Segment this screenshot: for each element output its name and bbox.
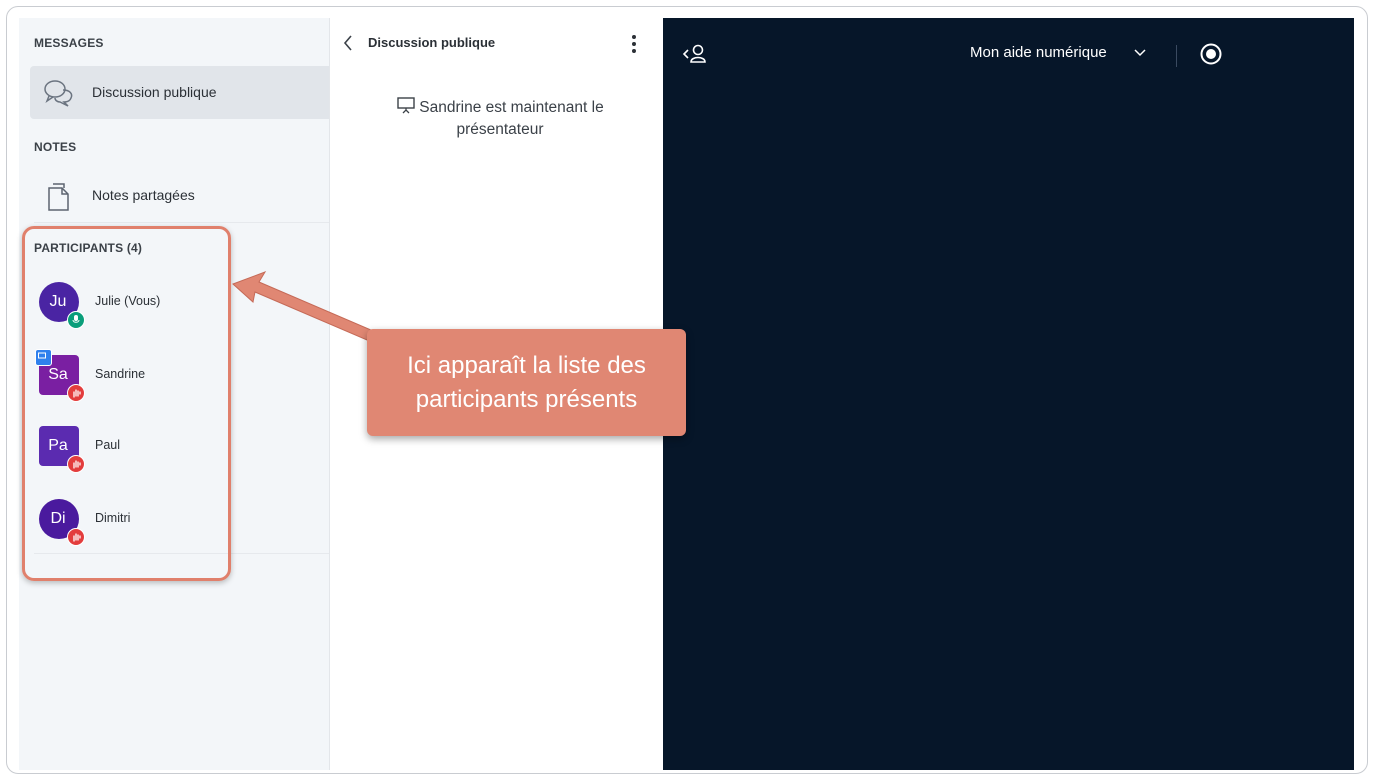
participants-highlight [22,226,231,581]
presentation-screen-icon [397,97,415,114]
annotation-text: Ici apparaît la liste des participants p… [407,351,646,413]
presenter-message-text: Sandrine est maintenant le présentateur [419,99,604,138]
chevron-left-icon[interactable] [342,34,354,52]
sidebar-item-public-chat[interactable]: Discussion publique [30,66,329,119]
document-icon [48,183,69,211]
separator [1176,45,1177,67]
notes-heading: NOTES [34,140,77,154]
chevron-down-icon[interactable] [1133,48,1147,58]
divider [34,222,329,223]
record-icon[interactable] [1199,42,1223,66]
messages-heading: MESSAGES [34,36,104,50]
chat-bubbles-icon [44,80,73,107]
more-options-icon[interactable] [630,34,638,54]
annotation-arrow [232,271,372,341]
chat-title: Discussion publique [368,35,496,50]
presenter-change-message: Sandrine est maintenant le présentateur [385,96,615,141]
presentation-area: Mon aide numérique [663,18,1354,770]
toggle-users-list-icon[interactable] [681,42,709,66]
annotation-callout: Ici apparaît la liste des participants p… [367,329,686,436]
sidebar-item-shared-notes[interactable]: Notes partagées [30,169,329,222]
sidebar-item-label: Discussion publique [92,84,217,100]
meeting-title[interactable]: Mon aide numérique [970,44,1107,61]
sidebar-item-label: Notes partagées [92,187,195,203]
